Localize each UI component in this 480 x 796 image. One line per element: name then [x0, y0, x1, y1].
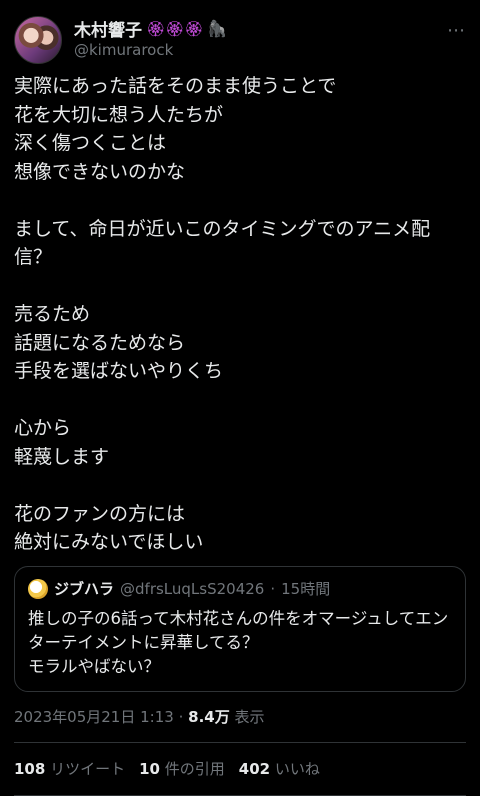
quoted-author-avatar: [28, 578, 48, 599]
author-name-row[interactable]: 木村響子 🏵🏵🏵 🦍: [74, 16, 227, 41]
quoted-tweet-text: 推しの子の6話って木村花さんの件をオマージュしてエンターテイメントに昇華してる？…: [28, 609, 449, 676]
engagement-stats: 108 リツイート 10 件の引用 402 いいね: [14, 758, 320, 779]
tweet-header: 木村響子 🏵🏵🏵 🦍 @kimurarock ⋯: [14, 14, 466, 66]
quoted-time: 15時間: [281, 580, 331, 598]
tweet-timestamp: 2023年05月21日 1:13 · 8.4万 表示: [14, 706, 265, 727]
retweets-count: 108: [14, 760, 46, 778]
quotes-stat[interactable]: 10 件の引用: [139, 758, 225, 779]
tweet-date[interactable]: 2023年05月21日 1:13: [14, 708, 174, 726]
timestamp-separator: ·: [178, 708, 184, 726]
views-count: 8.4万: [188, 708, 230, 726]
author-display-name[interactable]: 木村響子: [74, 16, 142, 41]
likes-stat[interactable]: 402 いいね: [239, 758, 320, 779]
more-options-icon[interactable]: ⋯: [447, 20, 466, 41]
quotes-count: 10: [139, 760, 160, 778]
retweets-label: リツイート: [50, 760, 126, 778]
author-avatar[interactable]: [14, 16, 62, 64]
views-label: 表示: [234, 708, 265, 726]
quoted-separator: ·: [270, 579, 276, 598]
author-handle[interactable]: @kimurarock: [74, 41, 173, 59]
divider: [14, 742, 466, 743]
likes-count: 402: [238, 760, 271, 778]
quoted-tweet-header: ジブハラ @dfrsLuqLsS20426 · 15時間: [28, 578, 330, 599]
quoted-author-name: ジブハラ: [54, 580, 115, 598]
quoted-tweet-card[interactable]: ジブハラ @dfrsLuqLsS20426 · 15時間 推しの子の6話って木村…: [14, 566, 466, 692]
retweets-stat[interactable]: 108 リツイート: [14, 758, 125, 779]
likes-label: いいね: [274, 760, 320, 778]
tweet-text: 実際にあった話をそのまま使うことで 花を大切に想う人たちが 深く傷つくことは 想…: [14, 75, 431, 553]
flower-emoji: 🏵🏵🏵: [146, 19, 204, 38]
gorilla-emoji: 🦍: [207, 19, 228, 38]
quotes-label: 件の引用: [164, 760, 225, 778]
quoted-author-handle: @dfrsLuqLsS20426: [120, 579, 265, 598]
